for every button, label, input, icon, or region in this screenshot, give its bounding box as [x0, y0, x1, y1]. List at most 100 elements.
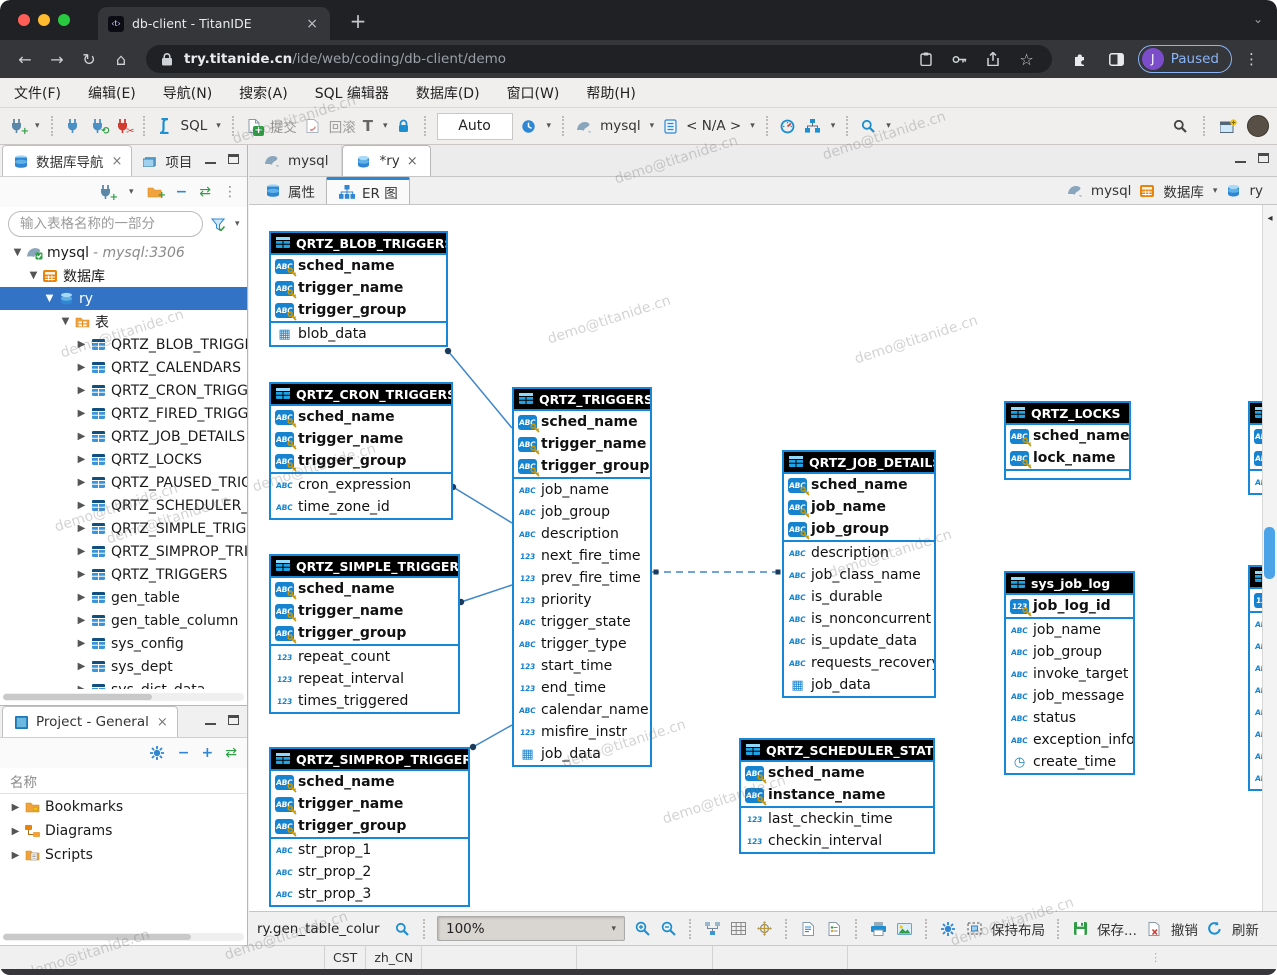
zoom-out-icon[interactable] — [659, 919, 677, 939]
database-list-icon[interactable] — [661, 116, 679, 136]
er-column[interactable]: ABCis_update_data — [784, 630, 934, 652]
er-column[interactable]: ABCjob_group — [1006, 641, 1133, 663]
new-sql-editor-icon[interactable]: + — [245, 116, 263, 136]
er-table-qrtz_cron_triggers[interactable]: QRTZ_CRON_TRIGGERSABCsched_nameABCtrigge… — [269, 382, 453, 520]
home-button[interactable]: ⌂ — [108, 50, 134, 69]
zoom-in-icon[interactable] — [633, 919, 651, 939]
er-column[interactable]: ABCjob_class_name — [784, 564, 934, 586]
connect-icon[interactable] — [64, 116, 82, 136]
new-connection-dropdown[interactable]: ▾ — [129, 187, 134, 197]
er-table-header[interactable]: QRTZ_BLOB_TRIGGERS — [271, 233, 446, 255]
expander-closed-icon[interactable]: ▶ — [74, 684, 89, 689]
er-column[interactable]: ABCexception_info — [1006, 729, 1133, 751]
breadcrumb-connection[interactable]: mysql — [1091, 183, 1132, 199]
expander-closed-icon[interactable]: ▶ — [8, 850, 23, 861]
er-column[interactable]: 123job_log_id — [1006, 595, 1133, 617]
name-column-header[interactable]: 名称 — [0, 768, 247, 794]
breadcrumb-schema[interactable]: ry — [1249, 183, 1263, 199]
er-column[interactable]: ABCjob_group — [514, 501, 650, 523]
er-column[interactable]: 123repeat_count — [271, 646, 458, 668]
close-tab-icon[interactable]: × — [112, 154, 123, 169]
er-column[interactable]: ABCtrigger_name — [271, 793, 468, 815]
browser-tab[interactable]: ‹t› db-client - TitanIDE × — [98, 7, 330, 40]
er-column[interactable]: ABCsched_name — [271, 771, 468, 793]
expander-open-icon[interactable]: ▼ — [58, 316, 73, 327]
new-folder-icon[interactable]: + — [146, 182, 164, 202]
tree-item-qrtz_triggers[interactable]: ▶QRTZ_TRIGGERS — [0, 563, 247, 586]
refresh-button[interactable]: 刷新 — [1232, 919, 1259, 939]
view-menu-icon[interactable]: ⋮ — [223, 184, 237, 200]
er-column[interactable]: ABClock_name — [1006, 447, 1129, 469]
er-column[interactable]: ABCtrigger_group — [271, 299, 446, 321]
expander-closed-icon[interactable]: ▶ — [74, 339, 89, 350]
connection-dropdown[interactable]: ▾ — [650, 121, 655, 131]
search-icon[interactable] — [859, 116, 877, 136]
minimize-editor-icon[interactable] — [1235, 154, 1246, 163]
er-table-qrtz_blob_triggers[interactable]: QRTZ_BLOB_TRIGGERSABCsched_nameABCtrigge… — [269, 231, 448, 347]
er-column[interactable]: ABCdescription — [784, 542, 934, 564]
tree-item-sys_dept[interactable]: ▶sys_dept — [0, 655, 247, 678]
expander-closed-icon[interactable]: ▶ — [74, 615, 89, 626]
tree-item-qrtz_scheduler_state[interactable]: ▶QRTZ_SCHEDULER_STATE — [0, 494, 247, 517]
er-column[interactable]: ABCjob_group — [784, 518, 934, 540]
tree-item-数据库[interactable]: ▼数据库 — [0, 264, 247, 287]
er-column[interactable]: ABCstr_prop_1 — [271, 839, 468, 861]
collapse-all-icon[interactable]: − — [176, 184, 188, 200]
database-dropdown[interactable]: ▾ — [750, 121, 755, 131]
er-column[interactable]: ABCtrigger_name — [271, 277, 446, 299]
print-diagram-icon[interactable] — [869, 919, 887, 939]
browser-menu-icon[interactable]: ⋮ — [1238, 50, 1265, 68]
zoom-dropdown-icon[interactable]: ▾ — [611, 924, 616, 934]
menu-database[interactable]: 数据库(D) — [416, 83, 480, 103]
tree-horizontal-scrollbar[interactable] — [3, 693, 244, 701]
maximize-panel-icon[interactable] — [228, 715, 239, 725]
link-with-editor-icon[interactable]: ⇄ — [225, 745, 237, 761]
diagram-search-input[interactable] — [257, 921, 385, 937]
er-column[interactable]: ABCtrigger_group — [514, 455, 650, 477]
forward-button[interactable]: → — [44, 50, 70, 69]
tree-horizontal-scrollbar[interactable] — [3, 933, 244, 941]
expander-open-icon[interactable]: ▼ — [10, 247, 25, 258]
er-column[interactable]: ABCsched_name — [784, 474, 934, 496]
er-table-header[interactable]: QRTZ_SCHEDULER_STATE — [741, 740, 933, 762]
menu-search[interactable]: 搜索(A) — [239, 83, 288, 103]
reconnect-icon[interactable]: ⟲ — [89, 116, 107, 136]
toggle-grid-icon[interactable] — [729, 919, 747, 939]
address-bar[interactable]: try.titanide.cn/ide/web/coding/db-client… — [146, 45, 1052, 73]
er-column[interactable]: ▦job_data — [784, 674, 934, 696]
expander-closed-icon[interactable]: ▶ — [74, 385, 89, 396]
er-column[interactable]: ABCsched_name — [1006, 425, 1129, 447]
project-item-diagrams[interactable]: ▶Diagrams — [0, 819, 247, 843]
undo-icon[interactable] — [1145, 919, 1163, 939]
undo-button[interactable]: 撤销 — [1171, 919, 1198, 939]
rollback-button[interactable]: 回滚 — [329, 116, 356, 136]
active-connection[interactable]: mysql — [600, 118, 641, 134]
er-table-qrtz_locks[interactable]: QRTZ_LOCKSABCsched_nameABClock_name — [1004, 401, 1131, 480]
link-with-editor-icon[interactable]: ⇄ — [199, 184, 211, 200]
er-column[interactable]: ABCstr_prop_2 — [271, 861, 468, 883]
minimize-window-button[interactable] — [38, 14, 50, 26]
expander-closed-icon[interactable]: ▶ — [74, 661, 89, 672]
expander-closed-icon[interactable]: ▶ — [74, 569, 89, 580]
editor-tab-mysql[interactable]: mysql — [251, 145, 342, 176]
tree-item-sys_config[interactable]: ▶sys_config — [0, 632, 247, 655]
expander-closed-icon[interactable]: ▶ — [8, 802, 23, 813]
tree-item-qrtz_paused_trigger_grps[interactable]: ▶QRTZ_PAUSED_TRIGGER_GRPS — [0, 471, 247, 494]
expander-closed-icon[interactable]: ▶ — [74, 477, 89, 488]
er-column[interactable]: ABCtrigger_group — [271, 450, 451, 472]
tree-item-qrtz_simprop_triggers[interactable]: ▶QRTZ_SIMPROP_TRIGGERS — [0, 540, 247, 563]
password-key-icon[interactable] — [946, 49, 973, 69]
history-dropdown[interactable]: ▾ — [547, 121, 552, 131]
er-column[interactable]: ABCinvoke_target — [1006, 663, 1133, 685]
sql-script-icon[interactable] — [156, 116, 174, 136]
dashboard-icon[interactable] — [779, 116, 797, 136]
menu-edit[interactable]: 编辑(E) — [88, 83, 136, 103]
side-panel-icon[interactable] — [1101, 49, 1132, 69]
menu-sql-editor[interactable]: SQL 编辑器 — [315, 83, 389, 103]
maximize-panel-icon[interactable] — [228, 154, 239, 164]
close-tab-icon[interactable]: × — [157, 715, 168, 730]
er-column[interactable]: 123prev_fire_time — [514, 567, 650, 589]
expander-closed-icon[interactable]: ▶ — [74, 523, 89, 534]
menu-window[interactable]: 窗口(W) — [507, 83, 560, 103]
er-column[interactable]: ABCis_nonconcurrent — [784, 608, 934, 630]
